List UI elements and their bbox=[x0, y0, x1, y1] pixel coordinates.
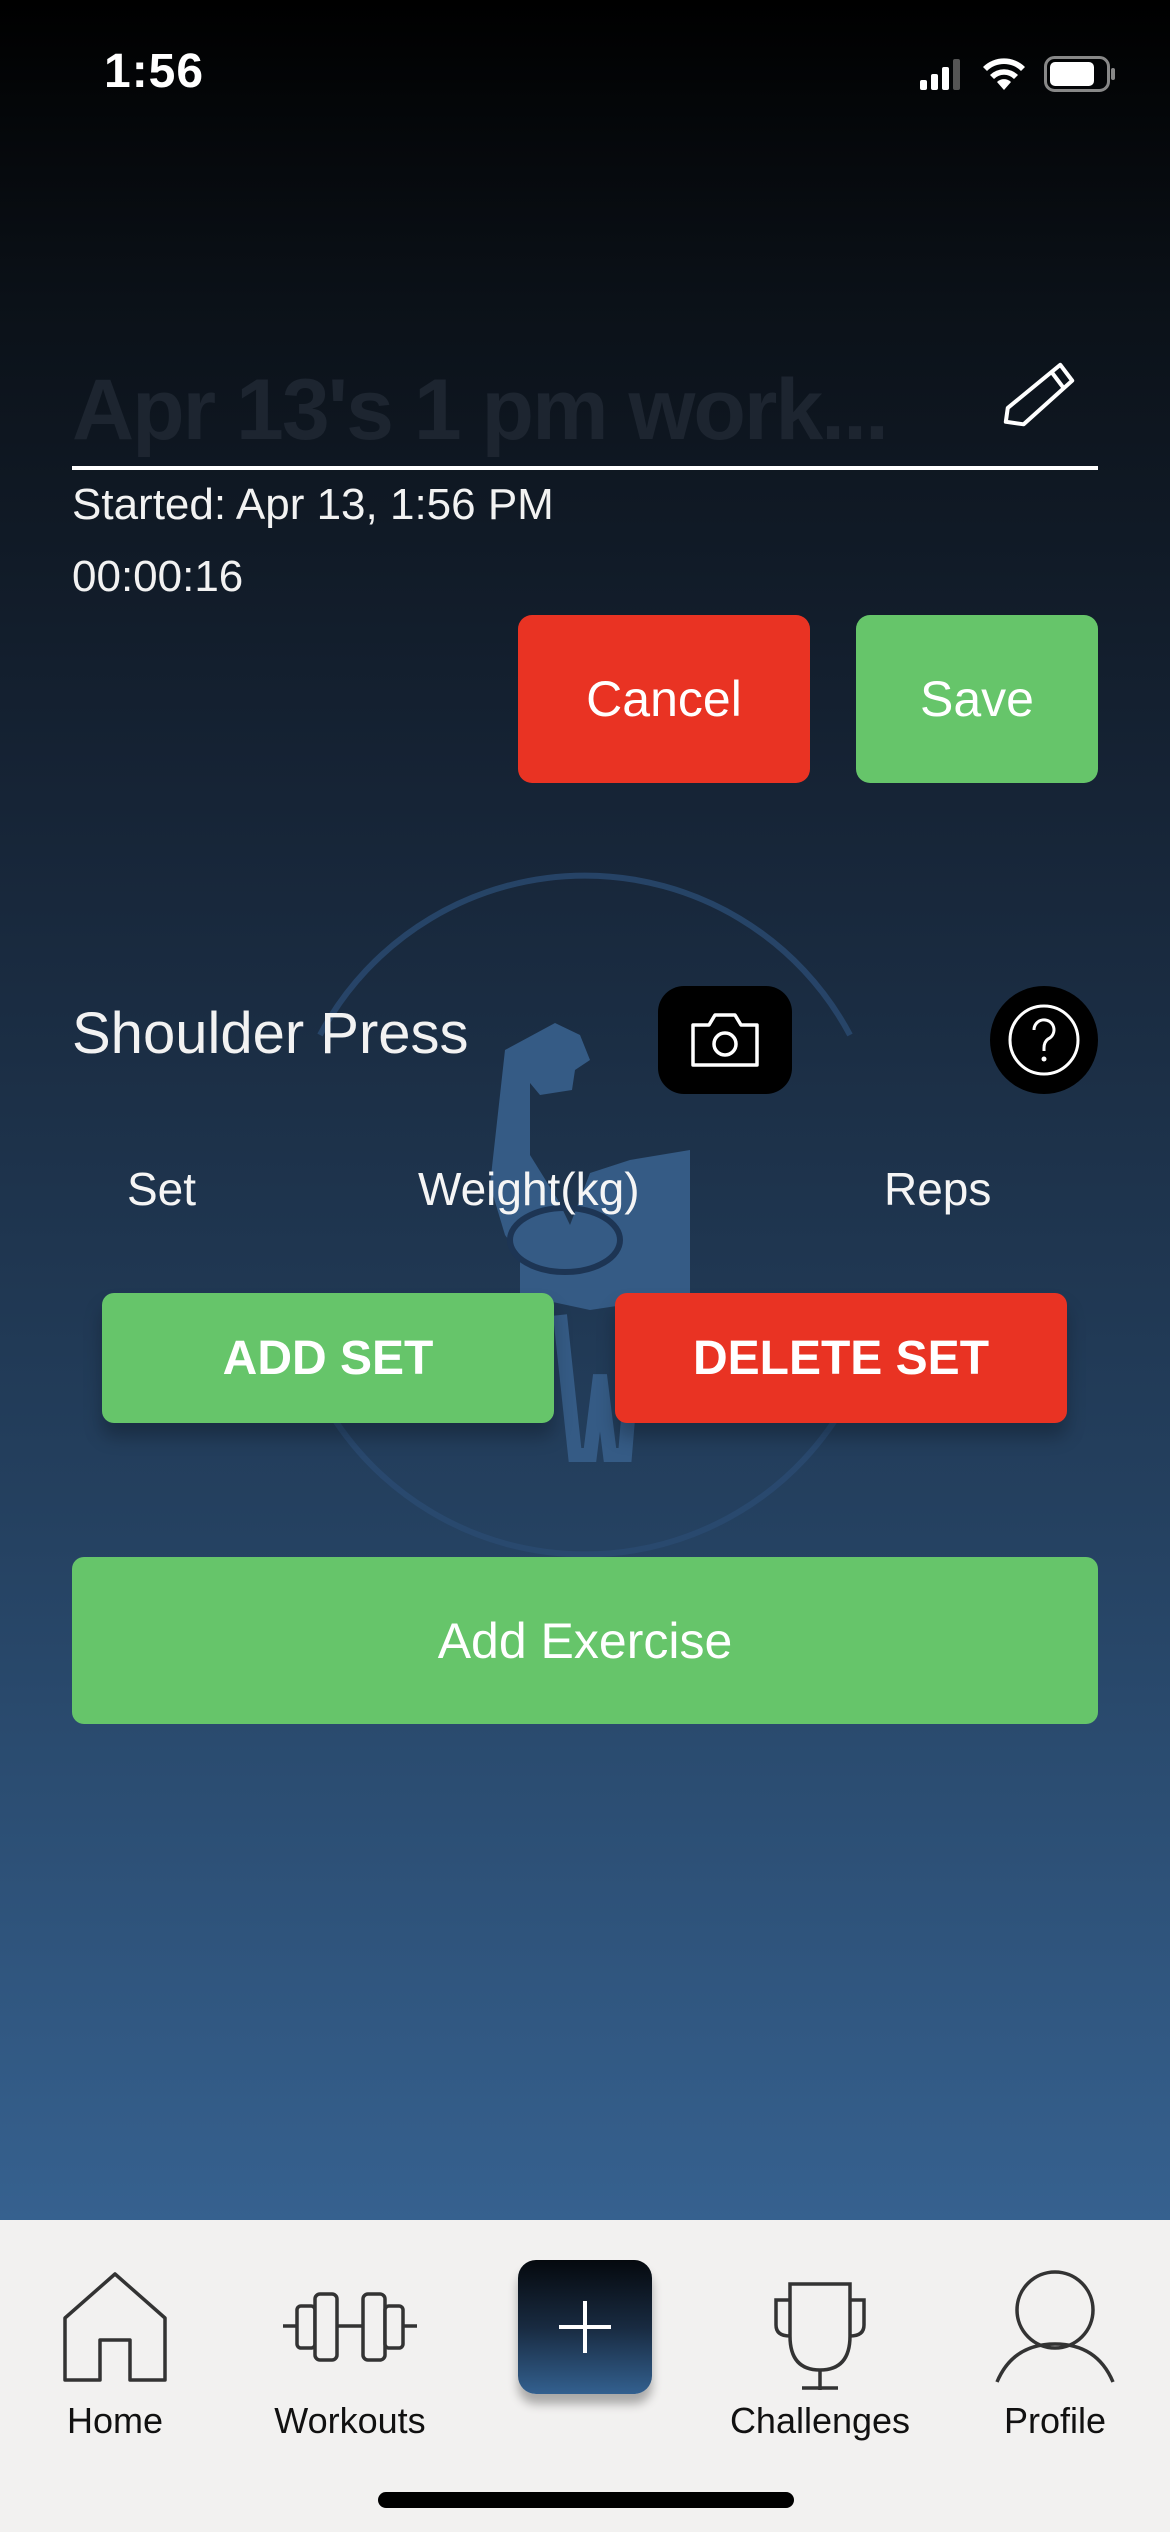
status-bar: 1:56 bbox=[0, 0, 1170, 150]
cellular-signal-icon bbox=[920, 59, 960, 90]
camera-icon bbox=[691, 1013, 759, 1067]
add-set-button[interactable]: ADD SET bbox=[102, 1293, 554, 1423]
workout-title-input[interactable] bbox=[72, 360, 952, 460]
person-icon bbox=[995, 2270, 1115, 2383]
plus-icon bbox=[559, 2301, 611, 2353]
cancel-button[interactable]: Cancel bbox=[518, 615, 810, 783]
edit-title-button[interactable] bbox=[998, 354, 1078, 434]
column-header-set: Set bbox=[127, 1163, 197, 1215]
status-icons bbox=[920, 56, 1116, 92]
elapsed-timer: 00:00:16 bbox=[72, 552, 244, 601]
tab-workouts[interactable]: Workouts bbox=[260, 2220, 440, 2450]
battery-icon bbox=[1044, 56, 1115, 92]
status-time: 1:56 bbox=[104, 45, 205, 98]
tab-home[interactable]: Home bbox=[40, 2220, 190, 2450]
column-header-weight: Weight(kg) bbox=[418, 1163, 640, 1215]
pencil-icon bbox=[1003, 362, 1075, 427]
save-button[interactable]: Save bbox=[856, 615, 1098, 783]
started-time: Started: Apr 13, 1:56 PM bbox=[72, 480, 554, 529]
delete-set-button[interactable]: DELETE SET bbox=[615, 1293, 1067, 1423]
help-button[interactable] bbox=[990, 986, 1098, 1094]
exercise-name: Shoulder Press bbox=[72, 1001, 469, 1066]
column-header-reps: Reps bbox=[884, 1163, 992, 1215]
trophy-icon bbox=[774, 2282, 866, 2390]
tab-home-label: Home bbox=[66, 2400, 164, 2441]
camera-button[interactable] bbox=[658, 986, 792, 1094]
tab-profile-label: Profile bbox=[1003, 2400, 1107, 2441]
tab-profile[interactable]: Profile bbox=[980, 2220, 1130, 2450]
home-icon bbox=[63, 2272, 167, 2382]
home-indicator[interactable] bbox=[378, 2492, 794, 2508]
tab-workouts-label: Workouts bbox=[274, 2400, 426, 2441]
new-workout-plus-button[interactable] bbox=[518, 2260, 652, 2394]
wifi-icon bbox=[983, 58, 1025, 90]
add-exercise-button[interactable]: Add Exercise bbox=[72, 1557, 1098, 1724]
tab-challenges-label: Challenges bbox=[729, 2400, 911, 2441]
workout-title-row bbox=[72, 340, 1098, 470]
tab-challenges[interactable]: Challenges bbox=[710, 2220, 930, 2450]
question-mark-icon bbox=[1008, 1004, 1080, 1076]
dumbbell-icon bbox=[283, 2292, 417, 2362]
